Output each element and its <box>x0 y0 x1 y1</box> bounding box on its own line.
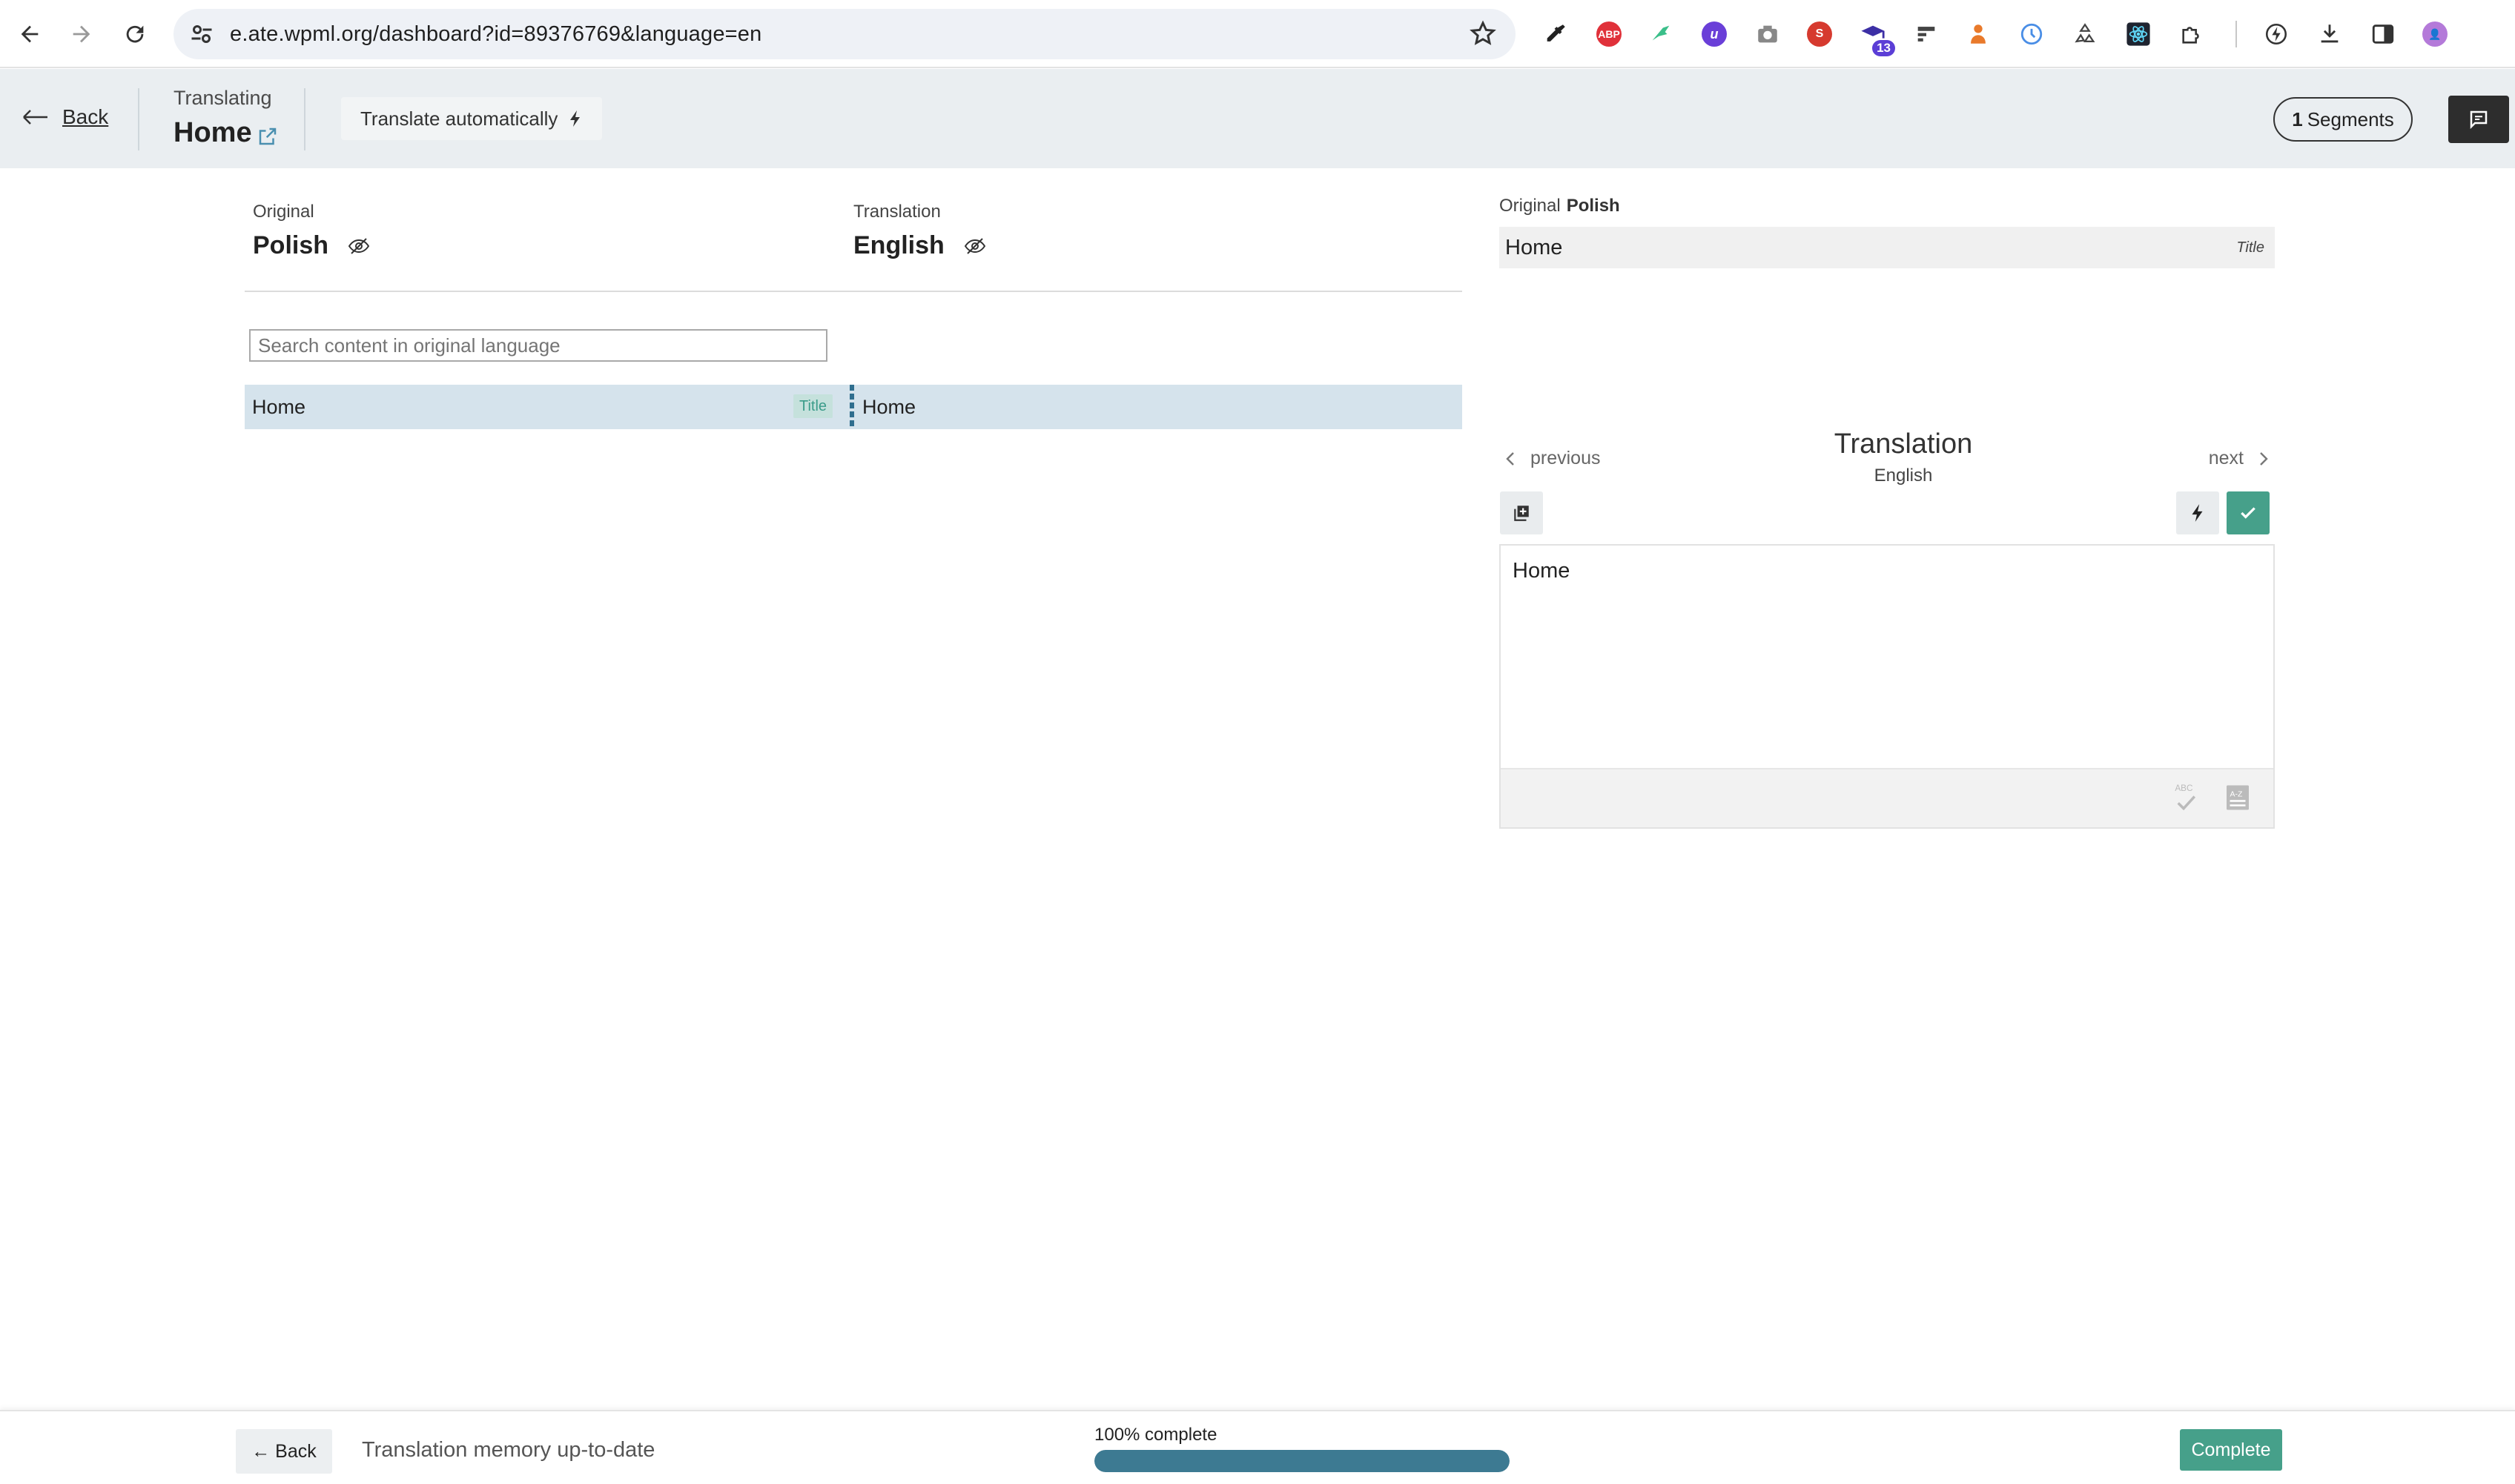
camera-icon[interactable] <box>1751 18 1784 50</box>
lightning-icon <box>570 110 581 127</box>
chevron-right-icon <box>2260 451 2268 466</box>
u-extension-icon[interactable]: u <box>1698 18 1731 50</box>
checkmark-icon <box>2241 507 2255 519</box>
column-divider <box>245 291 1462 292</box>
toolbar-divider <box>2235 21 2237 47</box>
side-original-box: Home Title <box>1499 227 2275 268</box>
adblock-icon[interactable]: ABP <box>1593 18 1625 50</box>
arrow-left-icon <box>23 110 47 125</box>
side-original-tag: Title <box>2236 239 2264 256</box>
reader-icon[interactable] <box>1910 18 1943 50</box>
hummingbird-icon[interactable] <box>1645 18 1677 50</box>
graduation-cap-icon[interactable]: 13 <box>1857 18 1895 56</box>
site-settings-icon[interactable] <box>188 21 215 47</box>
address-bar[interactable]: e.ate.wpml.org/dashboard?id=89376769&lan… <box>173 9 1516 59</box>
segment-source-text: Home <box>252 396 306 418</box>
browser-toolbar: e.ate.wpml.org/dashboard?id=89376769&lan… <box>0 0 2515 68</box>
side-original-header: Original Polish <box>1499 196 1620 216</box>
original-label: Original <box>253 202 314 222</box>
profile-avatar[interactable]: 👤 <box>2419 18 2451 50</box>
copy-icon <box>1514 506 1529 521</box>
chevron-left-icon <box>1506 451 1514 466</box>
bottom-bar: ← Back Translation memory up-to-date 100… <box>0 1410 2515 1484</box>
copy-source-button[interactable] <box>1500 491 1543 534</box>
url-text[interactable]: e.ate.wpml.org/dashboard?id=89376769&lan… <box>230 9 761 59</box>
header-back-link[interactable]: Back <box>22 99 108 136</box>
translation-editor[interactable]: Home ABC A-Z <box>1499 544 2275 829</box>
segment-navigation: previous next <box>1499 428 2275 488</box>
eyedropper-icon[interactable] <box>1539 18 1572 50</box>
recycle-icon[interactable] <box>2069 18 2101 50</box>
progress-label: 100% complete <box>1094 1425 1217 1445</box>
translation-language: English <box>853 231 945 259</box>
forward-arrow-icon[interactable] <box>62 15 101 53</box>
back-arrow-icon[interactable] <box>10 15 49 53</box>
progress-fill <box>1094 1450 1510 1472</box>
translate-automatically-label: Translate automatically <box>360 107 558 130</box>
confirm-translation-button[interactable] <box>2227 491 2270 534</box>
next-button[interactable]: next <box>2209 448 2269 469</box>
app-header: Back Translating Home Translate automati… <box>0 69 2515 168</box>
segments-button[interactable]: 1 Segments <box>2273 97 2413 142</box>
glossary-icon[interactable]: A-Z <box>2224 783 2251 812</box>
search-input[interactable] <box>249 329 827 362</box>
reload-icon[interactable] <box>116 15 154 53</box>
header-divider <box>138 88 139 150</box>
segments-count: 1 <box>2292 107 2303 130</box>
translating-label: Translating <box>173 87 272 109</box>
progress-bar <box>1094 1450 1510 1472</box>
original-language: Polish <box>253 231 329 259</box>
translation-text[interactable]: Home <box>1513 559 1570 583</box>
back-label[interactable]: Back <box>62 105 108 129</box>
translating-block: Translating Home <box>173 87 279 149</box>
segments-label: Segments <box>2307 107 2394 130</box>
editor-footer: ABC A-Z <box>1501 768 2273 827</box>
external-link-icon[interactable] <box>257 125 279 148</box>
svg-text:A-Z: A-Z <box>2230 790 2244 799</box>
previous-button[interactable]: previous <box>1505 448 1601 469</box>
translation-label: Translation <box>853 202 941 222</box>
page-title: Home <box>173 117 252 148</box>
previous-label: previous <box>1530 448 1601 468</box>
machine-translate-button[interactable] <box>2176 491 2219 534</box>
spellcheck-icon[interactable]: ABC <box>2172 781 2199 814</box>
side-original-text: Home <box>1505 236 1563 259</box>
translate-automatically-button[interactable]: Translate automatically <box>341 97 603 140</box>
translation-memory-status: Translation memory up-to-date <box>362 1438 655 1462</box>
header-divider <box>304 88 305 150</box>
segment-divider <box>850 385 854 429</box>
puzzle-icon[interactable] <box>2175 18 2208 50</box>
person-icon[interactable] <box>1962 18 1995 50</box>
performance-icon[interactable] <box>2260 18 2293 50</box>
original-column-header: Original Polish <box>253 202 370 260</box>
translation-column-header: Translation English <box>853 202 986 260</box>
side-original-label: Original <box>1499 196 1561 216</box>
footer-back-button[interactable]: ← Back <box>236 1429 332 1474</box>
lightning-icon <box>2192 504 2203 522</box>
comment-icon <box>2470 110 2488 130</box>
react-icon[interactable] <box>2122 18 2155 50</box>
bookmark-star-icon[interactable] <box>1468 19 1498 49</box>
segment-row[interactable]: Home Title Home <box>245 385 1462 429</box>
extension-badge-count: 13 <box>1872 40 1895 56</box>
segment-target-text[interactable]: Home <box>862 385 916 429</box>
segment-tag: Title <box>793 394 833 418</box>
side-original-language: Polish <box>1566 196 1620 216</box>
svg-text:ABC: ABC <box>2175 784 2193 793</box>
next-label: next <box>2208 448 2244 468</box>
sidebar-icon[interactable] <box>2367 18 2399 50</box>
seo-icon[interactable]: S <box>1803 18 1836 50</box>
comments-button[interactable] <box>2448 96 2509 143</box>
download-icon[interactable] <box>2313 18 2346 50</box>
hide-eye-icon[interactable] <box>348 237 370 255</box>
clock-icon[interactable] <box>2015 18 2048 50</box>
complete-button[interactable]: Complete <box>2180 1429 2282 1471</box>
hide-eye-icon[interactable] <box>964 237 986 255</box>
